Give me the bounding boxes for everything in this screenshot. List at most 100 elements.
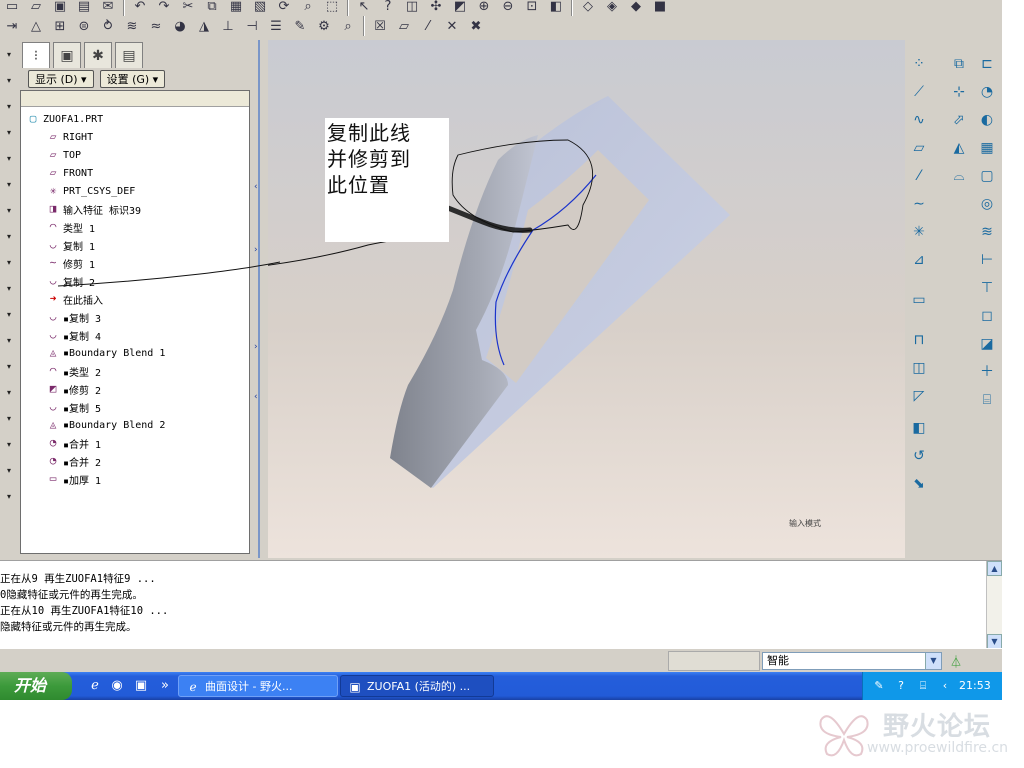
graphics-window[interactable]: 复制此线 并修剪到 此位置 输入模式 xyxy=(268,40,905,558)
start-button[interactable]: 开始 xyxy=(0,672,72,700)
add-icon[interactable]: ＋ xyxy=(977,362,997,382)
strip-arrow-icon[interactable]: ▾ xyxy=(0,414,18,430)
message-scrollbar[interactable]: ▲ ▼ xyxy=(986,561,1002,649)
draft-analysis-icon[interactable]: ◕ xyxy=(170,16,190,36)
sketch-tool-icon[interactable]: ▭ xyxy=(909,290,929,310)
strip-arrow-icon[interactable]: ▾ xyxy=(0,50,18,66)
search-tool-icon[interactable]: ⌕ xyxy=(338,16,358,36)
taskbar-item-proe[interactable]: ▣ ZUOFA1 (活动的) ... xyxy=(340,675,494,697)
tree-item[interactable]: ▱ RIGHT xyxy=(21,128,249,146)
shell-icon[interactable]: ◎ xyxy=(977,194,997,214)
strip-arrow-icon[interactable]: ▾ xyxy=(0,284,18,300)
tree-item[interactable]: ▭ ▪加厚 1 xyxy=(21,470,249,488)
strip-arrow-icon[interactable]: ▾ xyxy=(0,388,18,404)
no-hidden-icon[interactable]: ◆ xyxy=(626,0,646,16)
section-icon[interactable]: ◮ xyxy=(194,16,214,36)
scroll-up-icon[interactable]: ▲ xyxy=(987,561,1002,576)
grid-icon[interactable]: ▦ xyxy=(977,138,997,158)
fill-surface-icon[interactable]: ⌓ xyxy=(949,166,969,186)
display-menu-button[interactable]: 显示 (D) ▾ xyxy=(28,70,94,88)
strip-arrow-icon[interactable]: ▾ xyxy=(0,154,18,170)
point-filter-icon[interactable]: ✕ xyxy=(442,16,462,36)
strip-arrow-icon[interactable]: ▾ xyxy=(0,336,18,352)
draft-icon[interactable]: ⊤ xyxy=(977,278,997,298)
tree-item[interactable]: ◡ ▪复制 3 xyxy=(21,308,249,326)
csys-icon[interactable]: ✳ xyxy=(909,222,929,242)
datum-axis-display-icon[interactable]: △ xyxy=(26,16,46,36)
mirror-icon[interactable]: ⊏ xyxy=(977,54,997,74)
model-setup-icon[interactable]: ⚙ xyxy=(314,16,334,36)
layer-icon[interactable]: ☰ xyxy=(266,16,286,36)
taskbar-item-browser[interactable]: ℯ 曲面设计 - 野火... xyxy=(178,675,338,697)
tree-item[interactable]: ◔ ▪合并 1 xyxy=(21,434,249,452)
strip-arrow-icon[interactable]: ▾ xyxy=(0,310,18,326)
strip-arrow-icon[interactable]: ▾ xyxy=(0,492,18,508)
shading-icon[interactable]: ■ xyxy=(650,0,670,16)
selection-filter-select[interactable]: 智能 ▼ xyxy=(762,652,942,670)
sketch-line-icon[interactable]: ⁄ xyxy=(909,166,929,186)
strip-arrow-icon[interactable]: ▾ xyxy=(0,206,18,222)
hole-icon[interactable]: ⊓ xyxy=(909,330,929,350)
analysis-icon[interactable]: ⊿ xyxy=(909,250,929,270)
datum-plane-icon[interactable]: ▱ xyxy=(909,138,929,158)
strip-arrow-icon[interactable]: ▾ xyxy=(0,362,18,378)
protrusion-icon[interactable]: ◪ xyxy=(977,334,997,354)
tree-item[interactable]: ▱ TOP xyxy=(21,146,249,164)
strip-arrow-icon[interactable]: ▾ xyxy=(0,128,18,144)
folder-settings-icon[interactable]: ▤ xyxy=(115,42,143,68)
measure-icon[interactable]: ⊥ xyxy=(218,16,238,36)
tree-item[interactable]: ✳ PRT_CSYS_DEF xyxy=(21,182,249,200)
expand-arrow-icon[interactable]: › xyxy=(254,342,258,352)
datum-point-display-icon[interactable]: ⊞ xyxy=(50,16,70,36)
strip-arrow-icon[interactable]: ▾ xyxy=(0,180,18,196)
extrude-icon[interactable]: ◧ xyxy=(909,418,929,438)
style-icon[interactable]: ◭ xyxy=(949,138,969,158)
appearance-icon[interactable]: ✎ xyxy=(290,16,310,36)
strip-arrow-icon[interactable]: ▾ xyxy=(0,102,18,118)
offset-icon[interactable]: ◐ xyxy=(977,110,997,130)
tree-item[interactable]: ◬ ▪Boundary Blend 2 xyxy=(21,416,249,434)
tree-item[interactable]: ◔ ▪合并 2 xyxy=(21,452,249,470)
spin-display-icon[interactable]: ⥁ xyxy=(98,16,118,36)
extend-icon[interactable]: ⬀ xyxy=(949,110,969,130)
strip-arrow-icon[interactable]: ▾ xyxy=(0,466,18,482)
strip-arrow-icon[interactable]: ▾ xyxy=(0,76,18,92)
browser-quicklaunch-icon[interactable]: ◉ xyxy=(108,677,126,695)
hidden-line-icon[interactable]: ◈ xyxy=(602,0,622,16)
datum-axis-icon[interactable]: ⟋ xyxy=(909,82,929,102)
csys-filter-icon[interactable]: ✖ xyxy=(466,16,486,36)
network-icon[interactable]: ⌸ xyxy=(915,678,931,694)
sweep-icon[interactable]: ⬊ xyxy=(909,474,929,494)
tree-item[interactable]: ◩ ▪修剪 2 xyxy=(21,380,249,398)
star-icon[interactable]: ✱ xyxy=(84,42,112,68)
strip-arrow-icon[interactable]: ▾ xyxy=(0,440,18,456)
more-chevron-icon[interactable]: » xyxy=(156,677,174,695)
input-method-icon[interactable]: ✎ xyxy=(871,678,887,694)
strip-arrow-icon[interactable]: ▾ xyxy=(0,232,18,248)
csys-display-icon[interactable]: ⊜ xyxy=(74,16,94,36)
help-tray-icon[interactable]: ? xyxy=(893,678,909,694)
spline-icon[interactable]: ∼ xyxy=(909,194,929,214)
tree-item[interactable]: ▢ ZUOFA1.PRT xyxy=(21,110,249,128)
model-tree-icon[interactable]: ⁝ xyxy=(22,42,50,68)
ie-icon[interactable]: ℯ xyxy=(86,677,104,695)
collapse-arrow-icon[interactable]: ‹ xyxy=(254,182,258,192)
wireframe-icon[interactable]: ◇ xyxy=(578,0,598,16)
revolve-icon[interactable]: ↺ xyxy=(909,446,929,466)
datum-plane-display-icon[interactable]: ⇥ xyxy=(2,16,22,36)
back-arrow-icon[interactable]: ‹ xyxy=(937,678,953,694)
plane-filter-icon[interactable]: ▱ xyxy=(394,16,414,36)
scroll-down-icon[interactable]: ▼ xyxy=(987,634,1002,649)
settings-menu-button[interactable]: 设置 (G) ▾ xyxy=(99,70,166,88)
tree-item[interactable]: ▱ FRONT xyxy=(21,164,249,182)
tree-item[interactable]: ◡ ▪复制 4 xyxy=(21,326,249,344)
curvature-icon[interactable]: ≋ xyxy=(122,16,142,36)
copy-feature-icon[interactable]: ⧉ xyxy=(949,54,969,74)
cylinder-icon[interactable]: ⌸ xyxy=(977,390,997,410)
media-icon[interactable]: ▣ xyxy=(132,677,150,695)
layers-icon[interactable]: ▣ xyxy=(53,42,81,68)
axis-filter-icon[interactable]: ⁄ xyxy=(418,16,438,36)
chevron-down-icon[interactable]: ▼ xyxy=(925,653,941,669)
curve-icon[interactable]: ∿ xyxy=(909,110,929,130)
tree-item[interactable]: ◡ ▪复制 5 xyxy=(21,398,249,416)
